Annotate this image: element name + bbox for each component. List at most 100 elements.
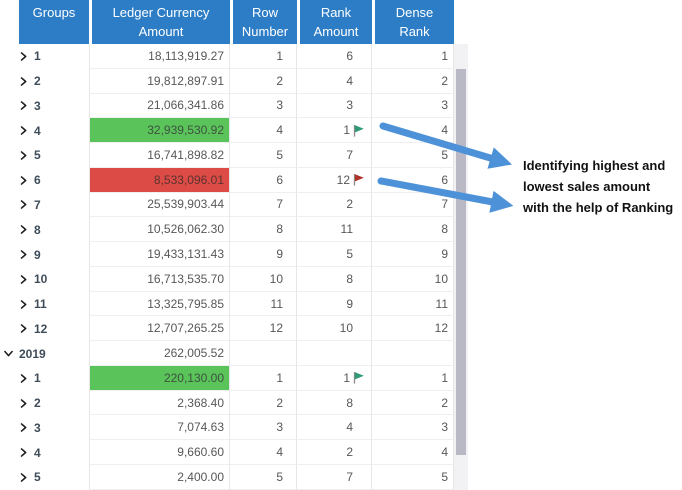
vertical-scrollbar-thumb[interactable] xyxy=(456,69,466,455)
rank-cell: 4 xyxy=(297,415,372,440)
rank-value: 8 xyxy=(346,396,353,410)
group-cell[interactable]: 2 xyxy=(0,391,89,416)
rank-cell: 1 xyxy=(297,118,372,143)
amount-cell: 21,066,341.86 xyxy=(89,94,230,119)
dense-rank-cell: 4 xyxy=(372,440,454,465)
rank-value: 2 xyxy=(346,445,353,459)
rank-value: 4 xyxy=(346,420,353,434)
rank-cell: 2 xyxy=(297,193,372,218)
rank-value: 3 xyxy=(346,98,353,112)
column-header-label: Row xyxy=(252,3,278,22)
group-label: 5 xyxy=(34,148,41,162)
row-number-cell: 6 xyxy=(230,168,297,193)
row-number-cell: 3 xyxy=(230,94,297,119)
rank-cell xyxy=(297,341,372,366)
column-header-label: Rank xyxy=(321,3,351,22)
group-cell[interactable]: 4 xyxy=(0,440,89,465)
row-number-cell: 12 xyxy=(230,316,297,341)
group-cell[interactable]: 2019 xyxy=(0,341,89,366)
chevron-right-icon[interactable] xyxy=(19,52,28,61)
amount-cell: 18,113,919.27 xyxy=(89,44,230,69)
annotation-text: Identifying highest and lowest sales amo… xyxy=(523,155,673,218)
rank-cell: 12 xyxy=(297,168,372,193)
amount-cell: 12,707,265.25 xyxy=(89,316,230,341)
group-cell[interactable]: 7 xyxy=(0,193,89,218)
rank-cell: 1 xyxy=(297,366,372,391)
dense-rank-cell: 6 xyxy=(372,168,454,193)
group-cell[interactable]: 8 xyxy=(0,217,89,242)
group-cell[interactable]: 6 xyxy=(0,168,89,193)
chevron-right-icon[interactable] xyxy=(19,275,28,284)
row-number-cell xyxy=(230,341,297,366)
table-row: 219,812,897.91242 xyxy=(0,69,468,94)
group-cell[interactable]: 1 xyxy=(0,366,89,391)
chevron-right-icon[interactable] xyxy=(19,101,28,110)
group-cell[interactable]: 3 xyxy=(0,415,89,440)
chevron-right-icon[interactable] xyxy=(19,324,28,333)
chevron-right-icon[interactable] xyxy=(19,151,28,160)
dense-rank-cell: 1 xyxy=(372,366,454,391)
group-cell[interactable]: 2 xyxy=(0,69,89,94)
dense-rank-cell: 3 xyxy=(372,415,454,440)
group-cell[interactable]: 1 xyxy=(0,44,89,69)
chevron-down-icon[interactable] xyxy=(4,349,13,358)
amount-cell: 13,325,795.85 xyxy=(89,292,230,317)
row-number-cell: 11 xyxy=(230,292,297,317)
group-cell[interactable]: 10 xyxy=(0,267,89,292)
group-label: 2 xyxy=(34,396,41,410)
dense-rank-cell: 12 xyxy=(372,316,454,341)
chevron-right-icon[interactable] xyxy=(19,300,28,309)
chevron-right-icon[interactable] xyxy=(19,176,28,185)
rank-cell: 8 xyxy=(297,391,372,416)
annotation-line: lowest sales amount xyxy=(523,176,673,197)
group-cell[interactable]: 5 xyxy=(0,465,89,490)
chevron-right-icon[interactable] xyxy=(19,473,28,482)
dense-rank-cell: 11 xyxy=(372,292,454,317)
dense-rank-cell: 5 xyxy=(372,465,454,490)
rank-value: 7 xyxy=(346,148,353,162)
chevron-right-icon[interactable] xyxy=(19,374,28,383)
chevron-right-icon[interactable] xyxy=(19,250,28,259)
group-label: 8 xyxy=(34,223,41,237)
row-number-cell: 1 xyxy=(230,366,297,391)
row-number-cell: 4 xyxy=(230,118,297,143)
group-cell[interactable]: 5 xyxy=(0,143,89,168)
column-header-dense-rank[interactable]: Dense Rank xyxy=(372,0,454,44)
chevron-right-icon[interactable] xyxy=(19,399,28,408)
column-header-rank-amount[interactable]: Rank Amount xyxy=(297,0,372,44)
red-flag-icon xyxy=(352,173,367,186)
rank-value: 8 xyxy=(346,272,353,286)
chevron-right-icon[interactable] xyxy=(19,126,28,135)
rank-cell: 5 xyxy=(297,242,372,267)
chevron-right-icon[interactable] xyxy=(19,225,28,234)
group-cell[interactable]: 12 xyxy=(0,316,89,341)
column-header-label: Rank xyxy=(399,22,429,41)
column-header-groups[interactable]: Groups xyxy=(0,0,89,44)
table-row: 321,066,341.86333 xyxy=(0,94,468,119)
rank-value: 1 xyxy=(343,371,350,385)
dense-rank-cell: 9 xyxy=(372,242,454,267)
chevron-right-icon[interactable] xyxy=(19,200,28,209)
amount-cell: 7,074.63 xyxy=(89,415,230,440)
table-row: 49,660.60424 xyxy=(0,440,468,465)
rank-cell: 3 xyxy=(297,94,372,119)
group-cell[interactable]: 11 xyxy=(0,292,89,317)
group-cell[interactable]: 4 xyxy=(0,118,89,143)
table-row: 1212,707,265.25121012 xyxy=(0,316,468,341)
group-cell[interactable]: 9 xyxy=(0,242,89,267)
column-header-ledger-currency-amount[interactable]: Ledger Currency Amount xyxy=(89,0,230,44)
rank-value: 7 xyxy=(346,470,353,484)
group-label: 6 xyxy=(34,173,41,187)
dense-rank-cell: 7 xyxy=(372,193,454,218)
green-flag-icon xyxy=(352,371,367,384)
chevron-right-icon[interactable] xyxy=(19,448,28,457)
row-number-cell: 10 xyxy=(230,267,297,292)
group-label: 1 xyxy=(34,49,41,63)
table-row: 432,939,530.92414 xyxy=(0,118,468,143)
column-header-row-number[interactable]: Row Number xyxy=(230,0,297,44)
row-number-cell: 5 xyxy=(230,143,297,168)
chevron-right-icon[interactable] xyxy=(19,423,28,432)
chevron-right-icon[interactable] xyxy=(19,77,28,86)
group-cell[interactable]: 3 xyxy=(0,94,89,119)
dense-rank-cell: 3 xyxy=(372,94,454,119)
